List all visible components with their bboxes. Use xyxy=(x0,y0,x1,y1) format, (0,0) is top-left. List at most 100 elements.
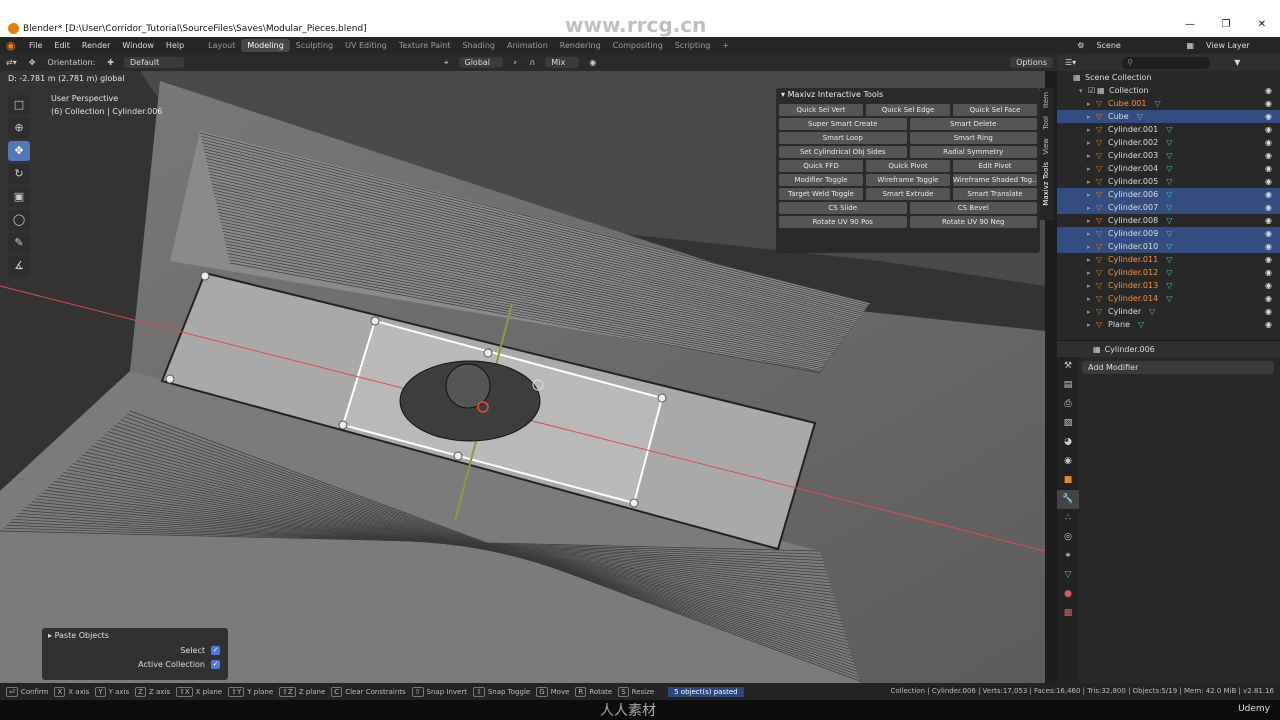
quick-sel-vert-button[interactable]: Quick Sel Vert xyxy=(779,104,863,116)
tab-animation[interactable]: Animation xyxy=(501,39,554,52)
modifier-toggle-button[interactable]: Modifier Toggle xyxy=(779,174,863,186)
wireframe-toggle-button[interactable]: Wireframe Toggle xyxy=(866,174,950,186)
eye-icon[interactable]: ◉ xyxy=(1265,138,1272,147)
tab-modeling[interactable]: Modeling xyxy=(241,39,290,52)
expand-arrow-icon[interactable]: ▸ xyxy=(1087,204,1096,212)
rotate-uv-90-pos-button[interactable]: Rotate UV 90 Pos xyxy=(779,216,907,228)
outliner-item[interactable]: ▸ ▽ Cylinder.010 ▽ ◉ xyxy=(1057,240,1280,253)
options-dropdown[interactable]: Options xyxy=(1010,57,1053,68)
outliner-item[interactable]: ▸ ▽ Cylinder.013 ▽ ◉ xyxy=(1057,279,1280,292)
eye-icon[interactable]: ◉ xyxy=(1265,125,1272,134)
transform-orientation-dropdown[interactable]: Global xyxy=(458,57,503,68)
outliner-item[interactable]: ▸ ▽ Cube ▽ ◉ xyxy=(1057,110,1280,123)
expand-arrow-icon[interactable]: ▸ xyxy=(1087,100,1096,108)
object-props-icon[interactable]: ■ xyxy=(1057,471,1079,490)
smart-translate-button[interactable]: Smart Translate xyxy=(953,188,1037,200)
radial-symmetry-button[interactable]: Radial Symmetry xyxy=(909,146,1037,158)
tab-scripting[interactable]: Scripting xyxy=(669,39,717,52)
maximize-button[interactable]: ❐ xyxy=(1208,19,1244,30)
output-props-icon[interactable]: ⎙ xyxy=(1057,395,1079,414)
outliner-item[interactable]: ▸ ▽ Cylinder.008 ▽ ◉ xyxy=(1057,214,1280,227)
physics-props-icon[interactable]: ◎ xyxy=(1057,528,1079,547)
active-collection-option[interactable]: Active Collection ✓ xyxy=(42,657,228,671)
expand-arrow-icon[interactable]: ▸ xyxy=(1087,191,1096,199)
tool-props-icon[interactable]: ⚒ xyxy=(1057,357,1079,376)
move-icon[interactable]: ✥ xyxy=(8,141,30,161)
eye-icon[interactable]: ◉ xyxy=(1265,268,1272,277)
expand-arrow-icon[interactable]: ▸ xyxy=(1087,282,1096,290)
cs-bevel-button[interactable]: CS Bevel xyxy=(909,202,1037,214)
expand-arrow-icon[interactable]: ▸ xyxy=(1087,113,1096,121)
outliner-item[interactable]: ▸ ▽ Cylinder.004 ▽ ◉ xyxy=(1057,162,1280,175)
expand-arrow-icon[interactable]: ▸ xyxy=(1087,308,1096,316)
add-modifier-dropdown[interactable]: Add Modifier xyxy=(1082,361,1274,374)
tab-compositing[interactable]: Compositing xyxy=(607,39,669,52)
texture-props-icon[interactable]: ▩ xyxy=(1057,604,1079,623)
quick-sel-face-button[interactable]: Quick Sel Face xyxy=(953,104,1037,116)
quick-ffd-button[interactable]: Quick FFD xyxy=(779,160,863,172)
view-layer-selector[interactable]: View Layer xyxy=(1200,41,1280,50)
expand-arrow-icon[interactable]: ▸ xyxy=(1087,269,1096,277)
smart-extrude-button[interactable]: Smart Extrude xyxy=(866,188,950,200)
cursor-icon[interactable]: ⊕ xyxy=(8,118,30,138)
tab-rendering[interactable]: Rendering xyxy=(554,39,607,52)
eye-icon[interactable]: ◉ xyxy=(1265,164,1272,173)
tab-shading[interactable]: Shading xyxy=(456,39,501,52)
filter-icon[interactable]: ▼ xyxy=(1234,58,1240,67)
expand-arrow-icon[interactable]: ▸ xyxy=(1087,126,1096,134)
paste-objects-header[interactable]: ▸ Paste Objects xyxy=(42,628,228,643)
blender-menu-icon[interactable]: ◉ xyxy=(6,39,18,52)
outliner-search-input[interactable]: ⚲ xyxy=(1122,56,1211,69)
expand-arrow-icon[interactable]: ▸ xyxy=(1087,165,1096,173)
cs-slide-button[interactable]: CS Slide xyxy=(779,202,907,214)
measure-icon[interactable]: ∡ xyxy=(8,256,30,276)
tab-uv-editing[interactable]: UV Editing xyxy=(339,39,393,52)
menu-help[interactable]: Help xyxy=(160,41,190,50)
snap-magnet-icon[interactable]: ∩ xyxy=(524,58,542,67)
target-weld-toggle-button[interactable]: Target Weld Toggle xyxy=(779,188,863,200)
eye-icon[interactable]: ◉ xyxy=(1265,177,1272,186)
transform-icon[interactable]: ◯ xyxy=(8,210,30,230)
snap-mode-dropdown[interactable]: Mix xyxy=(545,57,580,68)
eye-icon[interactable]: ◉ xyxy=(1265,294,1272,303)
eye-icon[interactable]: ◉ xyxy=(1265,229,1272,238)
expand-arrow-icon[interactable]: ▸ xyxy=(1087,152,1096,160)
expand-arrow-icon[interactable]: ▸ xyxy=(1087,256,1096,264)
particles-props-icon[interactable]: ∴ xyxy=(1057,509,1079,528)
quick-sel-edge-button[interactable]: Quick Sel Edge xyxy=(866,104,950,116)
rotate-icon[interactable]: ↻ xyxy=(8,164,30,184)
display-mode-icon[interactable]: ☰▾ xyxy=(1065,58,1076,67)
tab-layout[interactable]: Layout xyxy=(202,39,241,52)
expand-arrow-icon[interactable]: ▸ xyxy=(1087,217,1096,225)
eye-icon[interactable]: ◉ xyxy=(1265,242,1272,251)
expand-arrow-icon[interactable]: ▸ xyxy=(1087,295,1096,303)
view-layer-props-icon[interactable]: ▨ xyxy=(1057,414,1079,433)
eye-icon[interactable]: ◉ xyxy=(1265,151,1272,160)
super-smart-create-button[interactable]: Super Smart Create xyxy=(779,118,907,130)
outliner-item[interactable]: ▸ ▽ Cylinder.003 ▽ ◉ xyxy=(1057,149,1280,162)
expand-arrow-icon[interactable]: ▸ xyxy=(1087,230,1096,238)
proportional-edit-icon[interactable]: ◉ xyxy=(583,58,602,67)
menu-file[interactable]: File xyxy=(23,41,48,50)
outliner-item[interactable]: ▸ ▽ Cylinder.005 ▽ ◉ xyxy=(1057,175,1280,188)
rotate-uv-90-neg-button[interactable]: Rotate UV 90 Neg xyxy=(909,216,1037,228)
material-props-icon[interactable]: ● xyxy=(1057,585,1079,604)
menu-edit[interactable]: Edit xyxy=(48,41,76,50)
edit-pivot-button[interactable]: Edit Pivot xyxy=(953,160,1037,172)
annotate-icon[interactable]: ✎ xyxy=(8,233,30,253)
active-collection-checkbox[interactable]: ✓ xyxy=(211,659,220,669)
tab-maxivz-tools[interactable]: Maxivz Tools xyxy=(1040,158,1052,210)
orientation-dropdown[interactable]: Default xyxy=(123,57,184,68)
pivot-icon[interactable]: ∘ xyxy=(507,58,524,67)
expand-arrow-icon[interactable]: ▾ xyxy=(1079,87,1088,95)
eye-icon[interactable]: ◉ xyxy=(1265,203,1272,212)
add-workspace-button[interactable]: + xyxy=(716,39,735,52)
select-checkbox[interactable]: ✓ xyxy=(211,645,220,655)
mode-icon[interactable]: ⇄▾ xyxy=(0,58,23,67)
smart-delete-button[interactable]: Smart Delete xyxy=(909,118,1037,130)
eye-icon[interactable]: ◉ xyxy=(1265,216,1272,225)
select-option[interactable]: Select ✓ xyxy=(42,643,228,657)
maxivz-panel-header[interactable]: ▾ Maxivz Interactive Tools xyxy=(776,88,1040,102)
expand-arrow-icon[interactable]: ▸ xyxy=(1087,243,1096,251)
close-button[interactable]: ✕ xyxy=(1244,19,1280,30)
